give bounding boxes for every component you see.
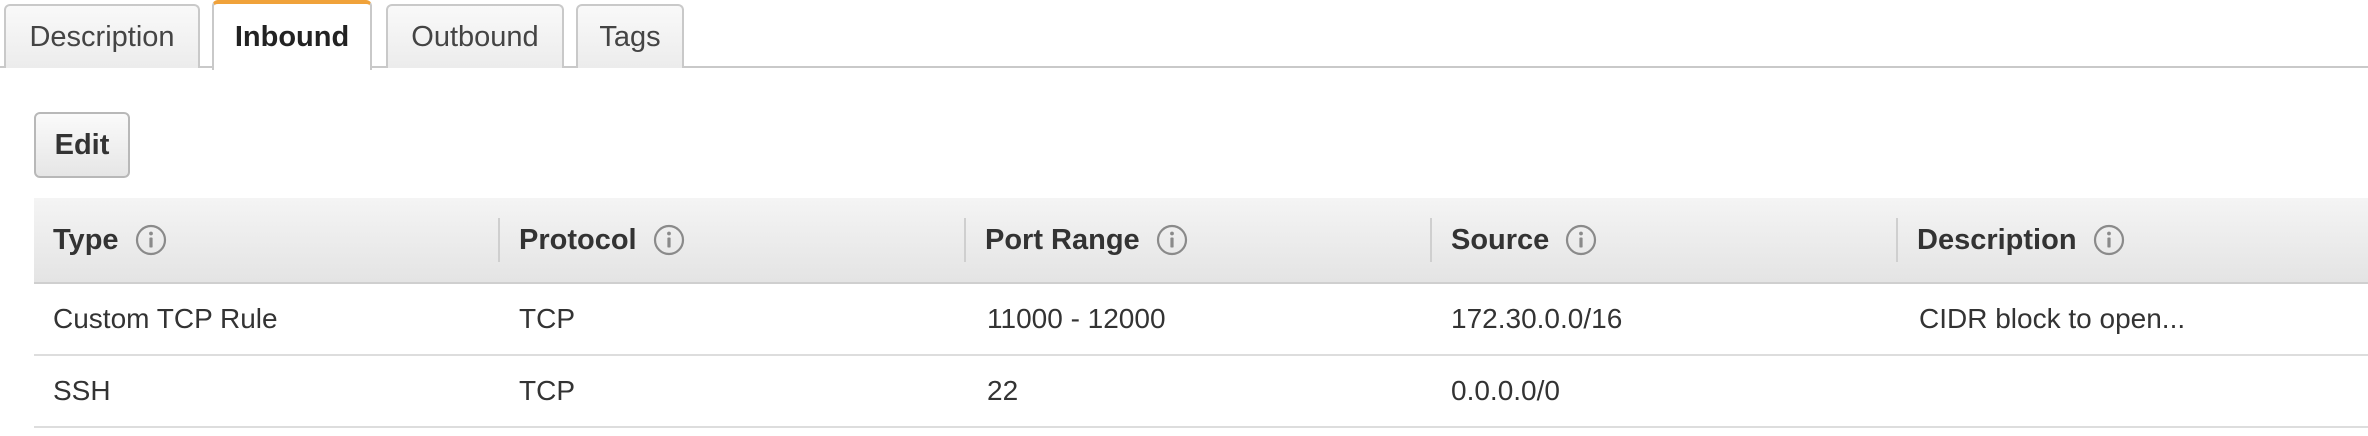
cell-source: 0.0.0.0/0 xyxy=(1451,375,1560,406)
column-header-description[interactable]: Description xyxy=(1898,198,2368,282)
cell-port-range: 22 xyxy=(987,375,1019,406)
edit-button[interactable]: Edit xyxy=(34,112,130,178)
column-header-label: Protocol xyxy=(519,223,637,256)
info-icon[interactable] xyxy=(1156,224,1188,256)
security-group-panel: Description Inbound Outbound Tags Edit T… xyxy=(0,0,2368,436)
cell-source: 172.30.0.0/16 xyxy=(1451,303,1623,334)
info-icon[interactable] xyxy=(1565,224,1597,256)
column-header-label: Type xyxy=(53,223,119,256)
column-header-label: Source xyxy=(1451,223,1550,256)
info-icon[interactable] xyxy=(653,224,685,256)
column-header-type[interactable]: Type xyxy=(34,198,498,282)
cell-protocol: TCP xyxy=(519,375,575,406)
table-header: Type Protocol Port Range Source Descript… xyxy=(34,198,2368,284)
cell-protocol: TCP xyxy=(519,303,575,334)
tab-label: Outbound xyxy=(411,20,539,53)
tab-tags[interactable]: Tags xyxy=(576,4,684,68)
info-icon[interactable] xyxy=(135,224,167,256)
tab-description[interactable]: Description xyxy=(4,4,200,68)
column-header-port-range[interactable]: Port Range xyxy=(966,198,1430,282)
cell-type: Custom TCP Rule xyxy=(53,303,278,334)
tab-inbound[interactable]: Inbound xyxy=(212,0,372,70)
column-header-label: Description xyxy=(1917,223,2077,256)
tab-label: Inbound xyxy=(234,20,350,53)
tab-label: Tags xyxy=(599,20,661,53)
cell-type: SSH xyxy=(53,375,111,406)
cell-description xyxy=(1900,356,1919,426)
column-header-label: Port Range xyxy=(985,223,1140,256)
table-row[interactable]: SSH TCP 22 0.0.0.0/0 xyxy=(34,356,2368,428)
tab-outbound[interactable]: Outbound xyxy=(386,4,564,68)
cell-description: CIDR block to open... xyxy=(1919,303,2186,334)
tab-label: Description xyxy=(29,20,175,53)
inbound-rules-table: Type Protocol Port Range Source Descript… xyxy=(34,198,2368,428)
table-row[interactable]: Custom TCP Rule TCP 11000 - 12000 172.30… xyxy=(34,284,2368,356)
info-icon[interactable] xyxy=(2093,224,2125,256)
column-header-source[interactable]: Source xyxy=(1432,198,1896,282)
column-header-protocol[interactable]: Protocol xyxy=(500,198,964,282)
cell-port-range: 11000 - 12000 xyxy=(987,303,1166,334)
tab-bar: Description Inbound Outbound Tags xyxy=(0,0,2368,70)
